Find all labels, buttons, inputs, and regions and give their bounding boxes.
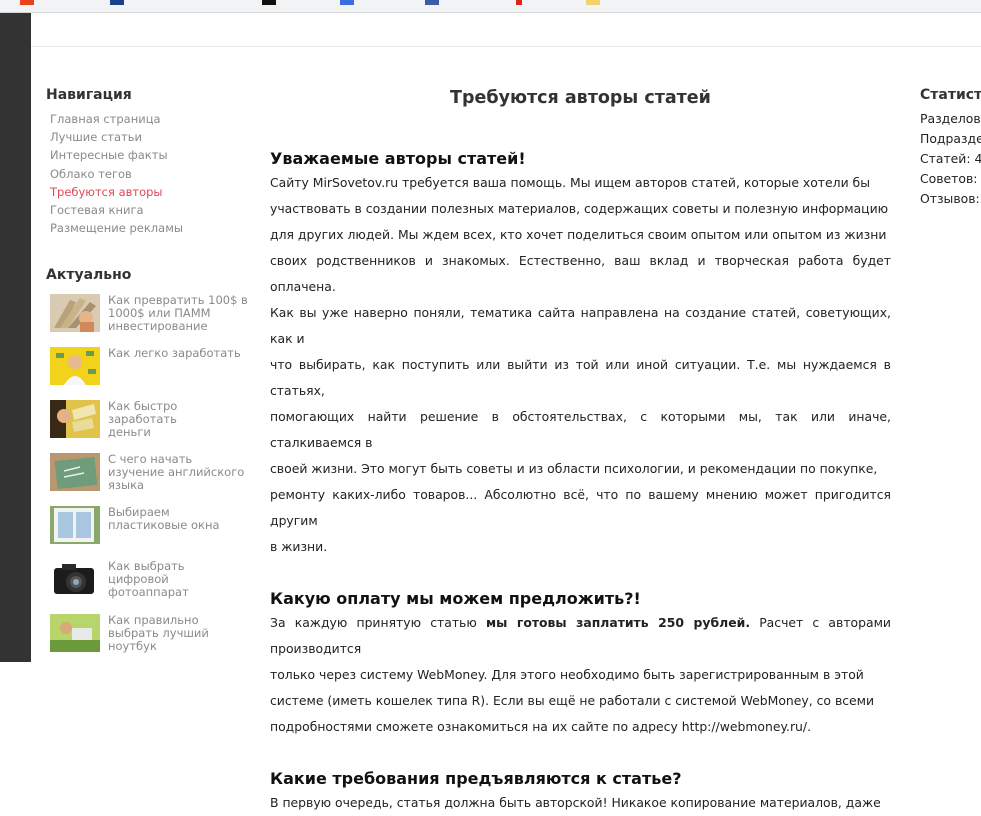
bookmark-icon[interactable] <box>340 0 354 5</box>
header-divider <box>31 46 981 47</box>
statistics-list: Разделов: Подразделов: Статей: 49 Совето… <box>920 111 981 206</box>
chalkboard-thumbnail[interactable] <box>50 453 100 491</box>
camera-thumbnail[interactable] <box>50 560 100 598</box>
nav-item-advertising[interactable]: Размещение рекламы <box>50 219 246 237</box>
actual-item-text[interactable]: С чего начать изучение английского языка <box>108 452 248 493</box>
page-left-strip <box>0 13 31 662</box>
bookmark-icon[interactable] <box>20 0 34 5</box>
statistics-panel: Статистика Разделов: Подразделов: Статей… <box>920 84 981 209</box>
nav-item-home[interactable]: Главная страница <box>50 110 246 128</box>
bookmark-icon[interactable] <box>586 0 600 5</box>
navigation-list: Главная страница Лучшие статьи Интересны… <box>50 110 246 237</box>
nav-item-best-articles[interactable]: Лучшие статьи <box>50 128 246 146</box>
statistics-heading: Статистика <box>920 87 981 103</box>
bookmark-icon[interactable] <box>425 0 439 5</box>
nav-item-tag-cloud[interactable]: Облако тегов <box>50 165 246 183</box>
list-item[interactable]: Выбираем пластиковые окна <box>50 505 250 550</box>
page-title: Требуются авторы статей <box>450 88 711 108</box>
list-item[interactable]: Как выбрать цифровой фотоаппарат <box>50 559 250 604</box>
actual-heading: Актуально <box>46 267 132 283</box>
nav-item-authors-wanted[interactable]: Требуются авторы <box>50 183 246 201</box>
actual-section: Актуально Как превратить 100$ в 1000$ ил… <box>46 264 248 653</box>
money-fan-thumbnail[interactable] <box>50 294 100 332</box>
bookmark-icon[interactable] <box>110 0 124 5</box>
list-item[interactable]: Как превратить 100$ в 1000$ или ПАММ инв… <box>50 293 250 338</box>
list-item[interactable]: Как правильно выбрать лучший ноутбук <box>50 613 250 658</box>
section-requirements: Какие требования предъявляются к статье?… <box>270 768 891 816</box>
bookmarks-bar <box>0 0 981 13</box>
list-item[interactable]: Как легко заработать <box>50 346 250 391</box>
actual-item-text[interactable]: Выбираем пластиковые окна <box>108 505 248 532</box>
nav-item-guestbook[interactable]: Гостевая книга <box>50 201 246 219</box>
window-thumbnail[interactable] <box>50 506 100 544</box>
main-content: Требуются авторы статей Уважаемые авторы… <box>270 84 891 816</box>
woman-money-thumbnail[interactable] <box>50 400 100 438</box>
actual-item-text[interactable]: Как легко заработать <box>108 346 248 360</box>
section-heading: Какие требования предъявляются к статье? <box>270 769 682 788</box>
list-item[interactable]: С чего начать изучение английского языка <box>50 452 250 497</box>
list-item[interactable]: Как быстро заработать деньги <box>50 399 250 444</box>
bookmark-icon[interactable] <box>516 0 522 5</box>
section-payment: Какую оплату мы можем предложить?! За ка… <box>270 588 891 740</box>
money-shower-thumbnail[interactable] <box>50 347 100 385</box>
actual-item-text[interactable]: Как правильно выбрать лучший ноутбук <box>108 613 248 654</box>
navigation-heading: Навигация <box>46 87 132 103</box>
bookmark-icon[interactable] <box>262 0 276 5</box>
section-heading: Какую оплату мы можем предложить?! <box>270 589 641 608</box>
laptop-thumbnail[interactable] <box>50 614 100 652</box>
actual-item-text[interactable]: Как выбрать цифровой фотоаппарат <box>108 559 248 600</box>
section-text: Сайту MirSovetov.ru требуется ваша помощ… <box>270 175 891 554</box>
actual-item-text[interactable]: Как превратить 100$ в 1000$ или ПАММ инв… <box>108 293 248 334</box>
section-respected-authors: Уважаемые авторы статей! Сайту MirSoveto… <box>270 148 891 560</box>
sidebar: Навигация Главная страница Лучшие статьи… <box>46 84 246 237</box>
section-text: За каждую принятую статью мы готовы запл… <box>270 615 891 734</box>
nav-item-facts[interactable]: Интересные факты <box>50 146 246 164</box>
section-heading: Уважаемые авторы статей! <box>270 149 526 168</box>
actual-item-text[interactable]: Как быстро заработать деньги <box>108 399 248 440</box>
